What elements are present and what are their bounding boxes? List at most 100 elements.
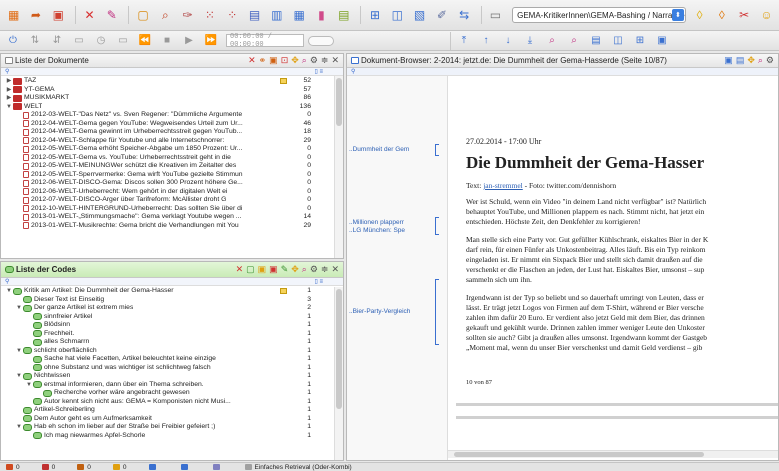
collapse-icon[interactable]: ≑ <box>321 55 329 66</box>
expanded-icon[interactable]: ▼ <box>5 103 13 112</box>
split-view-icon[interactable]: ◫ <box>609 33 627 49</box>
document-row[interactable]: 2012-04-WELT-Schlappe für Youtube und al… <box>1 137 333 146</box>
code-row[interactable]: Sache hat viele Facetten, Artikel beleuc… <box>1 355 333 364</box>
expanded-icon[interactable]: ▼ <box>15 372 23 381</box>
code-matrix-icon[interactable]: ▦ <box>290 5 309 25</box>
options-icon[interactable]: ⚙ <box>310 55 318 66</box>
code-row[interactable]: ▼ Kritik am Artikel: Die Dummheit der Gem… <box>1 287 333 296</box>
pen-icon[interactable]: ✎ <box>102 5 121 25</box>
activate-icon[interactable]: ▣ <box>269 55 278 66</box>
search-next-icon[interactable]: ⌕ <box>565 33 583 49</box>
code-color-red-icon[interactable]: ✂ <box>735 5 754 25</box>
code-row[interactable]: Frechheit. 1 <box>1 330 333 339</box>
search-icon[interactable]: ⌕ <box>543 33 561 49</box>
code-row[interactable]: ▼ erstmal informieren, dann über ein Them… <box>1 381 333 390</box>
variables-icon[interactable]: ✥ <box>291 264 299 275</box>
coding-stripe[interactable] <box>435 217 439 235</box>
code-row[interactable]: Dieser Text ist Einseitig 3 <box>1 296 333 305</box>
color-icon[interactable]: ▣ <box>269 264 278 275</box>
code-row[interactable]: ▼ Der ganze Artikel ist extrem mies 2 <box>1 304 333 313</box>
coding-stripe[interactable] <box>435 279 439 345</box>
document-row[interactable]: 2012-10-WELT-HINTERGRUND-Urheberrecht: D… <box>1 205 333 214</box>
expanded-icon[interactable]: ▼ <box>25 381 33 390</box>
document-row[interactable]: 2012-04-WELT-Gema gegen YouTube: Wegweis… <box>1 120 333 129</box>
document-group-row[interactable]: ▼ WELT 136 <box>1 103 333 112</box>
export-icon[interactable]: ▤ <box>736 55 745 66</box>
document-row[interactable]: 2012-05-WELT-MEINUNGWer schützt die Krea… <box>1 162 333 171</box>
search-icon[interactable]: ⌕ <box>302 55 307 66</box>
link-icon[interactable]: ⚭ <box>259 55 267 66</box>
code-row[interactable]: Artikel-Schreiberling 1 <box>1 406 333 415</box>
chevron-down-icon[interactable]: ⬍ <box>671 9 684 21</box>
coding-stripe-label[interactable]: ..Bier-Party-Vergleich <box>349 308 410 315</box>
code-row[interactable]: Blödsinn 1 <box>1 321 333 330</box>
document-group-row[interactable]: ▶ YT-GEMA 57 <box>1 86 333 95</box>
emoticon-icon[interactable]: ☺ <box>757 5 776 25</box>
crosstab-icon[interactable]: ▤ <box>334 5 353 25</box>
document-row[interactable]: 2012-06-WELT-Urheberrecht: Wem gehört in… <box>1 188 333 197</box>
variables-icon[interactable]: ✥ <box>747 55 755 66</box>
expanded-icon[interactable]: ▼ <box>15 347 23 356</box>
coding-stripe[interactable] <box>435 144 439 156</box>
options-icon[interactable]: ⚙ <box>310 264 318 275</box>
text-retrieval-icon[interactable]: ▢ <box>133 5 152 25</box>
layout-icon[interactable]: ⊞ <box>365 5 384 25</box>
document-group-row[interactable]: ▶ MUSIKMARKT 86 <box>1 94 333 103</box>
document-row[interactable]: 2013-01-WELT-„Stimmungsmache": Gema verk… <box>1 213 333 222</box>
close-icon[interactable]: ✕ <box>331 264 339 275</box>
expanded-icon[interactable]: ▼ <box>15 304 23 313</box>
clock-icon[interactable]: ◷ <box>92 33 110 49</box>
coding-stripe-label[interactable]: ..Dummheit der Gem <box>349 146 409 153</box>
collapsed-icon[interactable]: ▶ <box>5 77 13 86</box>
code-row[interactable]: sinnfreier Artikel 1 <box>1 313 333 322</box>
play-icon[interactable]: ▶ <box>180 33 198 49</box>
new-code-icon[interactable]: ✕ <box>248 55 256 66</box>
author-link[interactable]: jan-stremmel <box>483 181 523 190</box>
document-icon[interactable]: ▣ <box>49 5 68 25</box>
transcript-icon[interactable]: ▭ <box>70 33 88 49</box>
collapse-icon[interactable]: ≑ <box>321 264 329 275</box>
activate-icon[interactable]: ▣ <box>258 264 267 275</box>
memo-icon[interactable]: ⊡ <box>281 55 289 66</box>
vertical-scrollbar[interactable] <box>334 76 343 258</box>
documents-icon[interactable]: ▦ <box>4 5 23 25</box>
code-row[interactable]: ▼ Nichtwissen 1 <box>1 372 333 381</box>
edit-icon[interactable]: ✐ <box>432 5 451 25</box>
table-icon[interactable]: ▤ <box>245 5 264 25</box>
power-icon[interactable]: ⏻ <box>4 33 22 49</box>
code-list-icon[interactable]: ▭ <box>486 5 505 25</box>
document-group-row[interactable]: ▶ TAZ 52 <box>1 77 333 86</box>
document-row[interactable]: 2012-04-WELT-Gema gewinnt im Urheberrech… <box>1 128 333 137</box>
search-icon[interactable]: ⌕ <box>156 5 175 25</box>
sort-icon[interactable]: ⚲ <box>5 278 9 285</box>
page-icon[interactable]: ▣ <box>653 33 671 49</box>
sort-icon[interactable]: ⇅ <box>26 33 44 49</box>
variables-icon[interactable]: ⁙ <box>200 5 219 25</box>
memo-icon[interactable] <box>280 78 287 85</box>
margin-sort-icon[interactable]: ⚲ <box>351 68 355 75</box>
forward-icon[interactable]: ⏩ <box>202 33 220 49</box>
horizontal-scrollbar[interactable] <box>448 450 778 458</box>
browser-icon[interactable]: ▧ <box>410 5 429 25</box>
window-icon[interactable]: ◫ <box>388 5 407 25</box>
document-row[interactable]: 2012-03-WELT-"Das Netz" vs. Sven Regener… <box>1 111 333 120</box>
arrow-up-icon[interactable]: ↑ <box>477 33 495 49</box>
code-color-orange-icon[interactable]: ◊ <box>712 5 731 25</box>
document-row[interactable]: 2012-06-WELT-DISCO-Gema: Discos sollen 3… <box>1 179 333 188</box>
filter-icon[interactable]: ⇵ <box>48 33 66 49</box>
print-icon[interactable]: ▣ <box>724 55 733 66</box>
chart-icon[interactable]: ▮ <box>312 5 331 25</box>
code-row[interactable]: ▼ schlicht oberflächlich 1 <box>1 347 333 356</box>
document-row[interactable]: 2012-05-WELT-Sperrvermerke: Gema wirft Y… <box>1 171 333 180</box>
note-icon[interactable]: ▭ <box>114 33 132 49</box>
close-icon[interactable]: ✕ <box>331 55 339 66</box>
matrix-icon[interactable]: ⁘ <box>223 5 242 25</box>
expanded-icon[interactable]: ▼ <box>15 423 23 432</box>
search-icon[interactable]: ⌕ <box>302 264 307 275</box>
playback-slider[interactable] <box>308 35 334 46</box>
scrollbar-thumb[interactable] <box>336 78 342 126</box>
table-view-icon[interactable]: ▤ <box>587 33 605 49</box>
document-row[interactable]: 2012-07-WELT-DISCO-Ärger über Tarifrefor… <box>1 196 333 205</box>
collapsed-icon[interactable]: ▶ <box>5 86 13 95</box>
arrow-down-icon[interactable]: ↓ <box>499 33 517 49</box>
